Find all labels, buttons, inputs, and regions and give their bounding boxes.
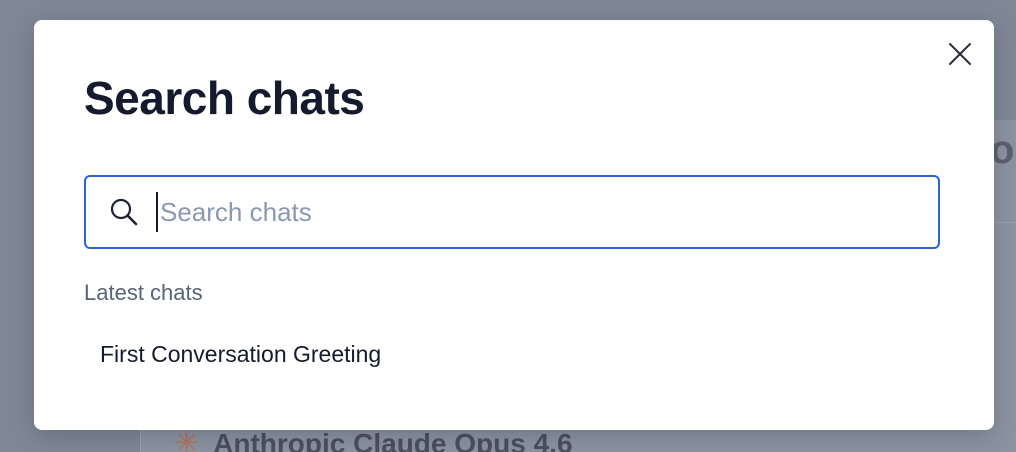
search-field[interactable]	[84, 175, 940, 249]
search-input[interactable]	[156, 192, 938, 232]
latest-chats-label: Latest chats	[84, 280, 203, 305]
sparkle-icon: ✳	[174, 427, 200, 452]
search-chats-dialog: Search chats Latest chats First Conversa…	[34, 20, 994, 430]
background-model-label: Anthropic Claude Opus 4.6	[213, 428, 573, 452]
background-model-row: ✳ Anthropic Claude Opus 4.6	[174, 428, 573, 452]
close-button[interactable]	[944, 38, 976, 70]
close-icon	[949, 43, 971, 65]
dialog-title: Search chats	[84, 72, 365, 124]
search-icon	[108, 196, 140, 228]
chat-list-item[interactable]: First Conversation Greeting	[84, 332, 940, 376]
